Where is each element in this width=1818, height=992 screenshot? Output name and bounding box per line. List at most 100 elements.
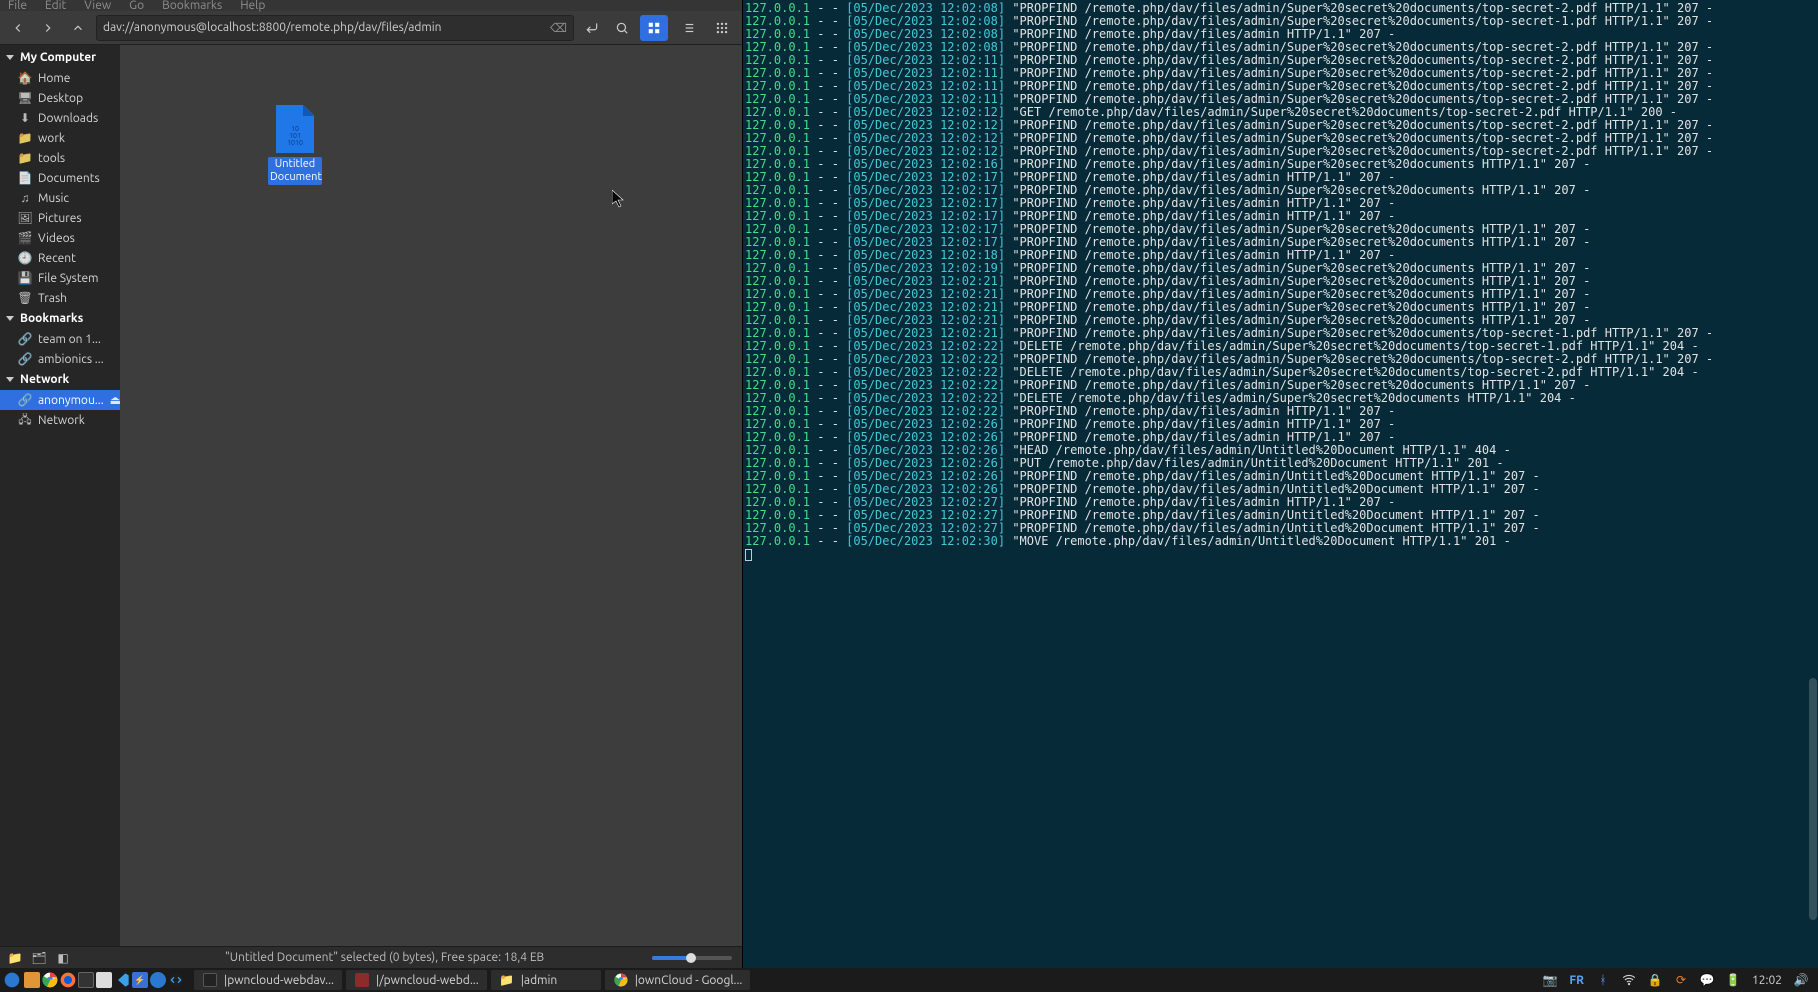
menu-bookmarks[interactable]: Bookmarks (162, 0, 222, 12)
home-icon: 🏠 (18, 71, 32, 85)
taskbar-app-label: |ownCloud - Googl... (635, 974, 743, 987)
start-menu-icon[interactable] (4, 972, 20, 988)
menu-help[interactable]: Help (240, 0, 265, 12)
taskbar-app[interactable]: |/pwncloud-webd... (346, 970, 487, 990)
sidebar-item-recent[interactable]: 🕘Recent (0, 248, 120, 268)
sidebar-item-trash[interactable]: 🗑Trash (0, 288, 120, 308)
terminal-line: 127.0.0.1 - - [05/Dec/2023 12:02:30] "MO… (745, 535, 1810, 548)
places-icon[interactable]: 📁 (8, 951, 22, 965)
taskbar-app-label: |/pwncloud-webd... (376, 974, 479, 987)
sidebar-group-bookmarks[interactable]: Bookmarks (0, 308, 120, 329)
sidebar-item-downloads[interactable]: ⬇Downloads (0, 108, 120, 128)
launcher-files-icon[interactable] (24, 972, 40, 988)
clock[interactable]: 12:02 (1752, 974, 1782, 987)
file-item-untitled[interactable]: 10 101 1010 Untitled Document (268, 105, 322, 185)
search-icon[interactable] (610, 16, 634, 40)
network-icon: 🖧 (18, 413, 32, 427)
up-button[interactable] (66, 16, 90, 40)
forward-button[interactable] (36, 16, 60, 40)
taskbar-app-icon (354, 972, 370, 988)
trash-icon: 🗑 (18, 291, 32, 305)
sidebar-item-filesystem[interactable]: 💾File System (0, 268, 120, 288)
menu-edit[interactable]: Edit (45, 0, 66, 12)
clear-path-icon[interactable]: ⌫ (550, 21, 567, 35)
sidebar-group-my-computer[interactable]: My Computer (0, 47, 120, 68)
sidebar-item-tools[interactable]: 📁tools (0, 148, 120, 168)
terminal-window[interactable]: 127.0.0.1 - - [05/Dec/2023 12:02:08] "PR… (742, 0, 1818, 968)
sidebar-item-team[interactable]: 🔗team on 1... (0, 329, 120, 349)
eject-icon[interactable]: ⏏ (110, 393, 120, 407)
taskbar-app-label: |pwncloud-webdav... (224, 974, 334, 987)
tree-icon[interactable]: 🗂 (32, 951, 46, 965)
sidebar-item-desktop[interactable]: 🖥Desktop (0, 88, 120, 108)
path-text: dav://anonymous@localhost:8800/remote.ph… (103, 21, 442, 34)
music-icon: ♫ (18, 191, 32, 205)
terminal-scrollbar[interactable] (1808, 0, 1818, 968)
menu-go[interactable]: Go (129, 0, 144, 12)
document-icon: 10 101 1010 (276, 105, 314, 153)
taskbar-app[interactable]: |ownCloud - Googl... (605, 970, 751, 990)
menu-view[interactable]: View (84, 0, 111, 12)
list-view-button[interactable] (674, 15, 702, 41)
cursor-icon (612, 190, 626, 208)
statusbar: 📁 🗂 ◧ "Untitled Document" selected (0 by… (0, 946, 742, 968)
back-button[interactable] (6, 16, 30, 40)
folder-icon: 📁 (18, 131, 32, 145)
icon-view-button[interactable] (640, 15, 668, 41)
folder-icon: 📁 (18, 151, 32, 165)
updates-icon[interactable]: ⟳ (1674, 973, 1688, 987)
launcher-text-editor-icon[interactable] (96, 972, 112, 988)
sidebar-item-work[interactable]: 📁work (0, 128, 120, 148)
toggle-path-icon[interactable] (580, 16, 604, 40)
taskbar-app-icon (202, 972, 218, 988)
battery-icon[interactable]: 🔋 (1726, 973, 1740, 987)
menu-file[interactable]: File (8, 0, 27, 12)
recent-icon: 🕘 (18, 251, 32, 265)
documents-icon: 📄 (18, 171, 32, 185)
compact-view-button[interactable] (708, 15, 736, 41)
pictures-icon: 🖼 (18, 211, 32, 225)
screenshot-icon[interactable]: 📷 (1543, 973, 1557, 987)
sidebar-item-music[interactable]: ♫Music (0, 188, 120, 208)
toolbar: dav://anonymous@localhost:8800/remote.ph… (0, 11, 742, 45)
downloads-icon: ⬇ (18, 111, 32, 125)
path-input[interactable]: dav://anonymous@localhost:8800/remote.ph… (96, 15, 574, 41)
sidebar-item-pictures[interactable]: 🖼Pictures (0, 208, 120, 228)
launcher-code-icon[interactable] (168, 972, 184, 988)
language-indicator[interactable]: FR (1569, 974, 1584, 987)
status-text: "Untitled Document" selected (0 bytes), … (225, 951, 544, 964)
close-sidebar-icon[interactable]: ◧ (56, 951, 70, 965)
taskbar-app-icon (613, 972, 629, 988)
launcher-chrome-icon[interactable] (42, 972, 58, 988)
launcher-terminal-icon[interactable] (78, 972, 94, 988)
sidebar-item-network[interactable]: 🖧Network (0, 410, 120, 430)
wifi-icon[interactable] (1622, 973, 1636, 987)
sidebar-item-ambionics[interactable]: 🔗ambionics ... (0, 349, 120, 369)
file-label: Untitled Document (268, 157, 322, 185)
remote-icon: 🔗 (18, 332, 32, 346)
file-view[interactable]: 10 101 1010 Untitled Document (120, 45, 742, 946)
sidebar-item-documents[interactable]: 📄Documents (0, 168, 120, 188)
notifications-icon[interactable]: 💬 (1700, 973, 1714, 987)
lock-icon[interactable]: 🔒 (1648, 973, 1662, 987)
sidebar-item-videos[interactable]: 🎬Videos (0, 228, 120, 248)
disk-icon: 💾 (18, 271, 32, 285)
sidebar-group-network[interactable]: Network (0, 369, 120, 390)
zoom-slider[interactable] (652, 956, 732, 960)
volume-icon[interactable]: 🔊 (1794, 973, 1808, 987)
file-manager-window: File Edit View Go Bookmarks Help dav://a… (0, 0, 742, 968)
sidebar-item-anonymous[interactable]: 🔗anonymou...⏏ (0, 390, 120, 410)
taskbar-app[interactable]: 📁|admin (491, 970, 601, 990)
launcher-burp-icon[interactable]: ⚡ (132, 972, 148, 988)
sidebar: My Computer 🏠Home 🖥Desktop ⬇Downloads 📁w… (0, 45, 120, 946)
taskbar-app-label: |admin (521, 974, 558, 987)
sidebar-item-home[interactable]: 🏠Home (0, 68, 120, 88)
launcher-firefox-icon[interactable] (60, 972, 76, 988)
bluetooth-icon[interactable]: ᚼ (1596, 973, 1610, 987)
taskbar-app[interactable]: |pwncloud-webdav... (194, 970, 342, 990)
launcher-vscode-icon[interactable] (114, 972, 130, 988)
desktop-icon: 🖥 (18, 91, 32, 105)
terminal-cursor (745, 549, 752, 561)
launcher-app-icon[interactable] (150, 972, 166, 988)
remote-icon: 🔗 (18, 352, 32, 366)
